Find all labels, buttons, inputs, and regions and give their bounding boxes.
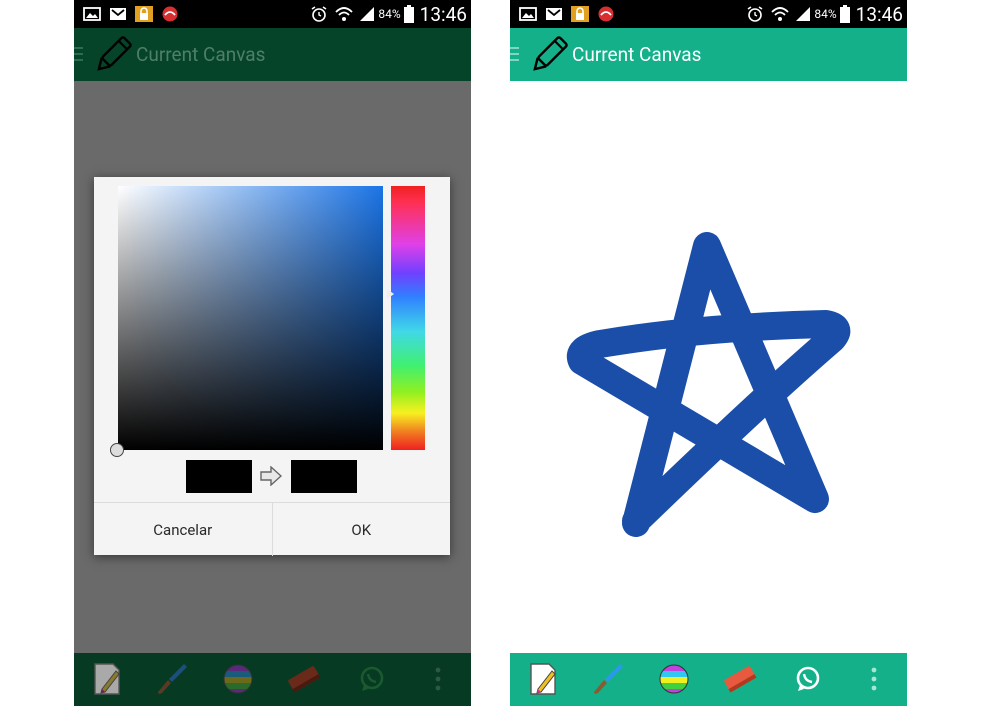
signal-icon [360, 7, 375, 21]
wifi-icon [771, 7, 790, 21]
app-bar: Current Canvas [510, 28, 907, 81]
selected-color-swatch [291, 460, 357, 493]
hue-slider[interactable] [391, 186, 425, 450]
mail-icon [110, 8, 126, 20]
app-title: Current Canvas [572, 43, 702, 66]
dimmed-canvas-overlay[interactable]: Cancelar OK [74, 81, 471, 653]
phone-screen-color-picker: 84% 13:46 Current Canvas Cancelar OK [74, 0, 471, 706]
color-palette-button[interactable] [220, 661, 256, 697]
signal-icon [796, 7, 811, 21]
hue-slider-marker[interactable] [387, 289, 394, 299]
lock-icon [135, 6, 153, 22]
cancel-button[interactable]: Cancelar [94, 503, 272, 556]
bottom-toolbar [510, 653, 907, 706]
battery-icon [403, 5, 414, 23]
drawing-canvas[interactable] [510, 81, 907, 653]
new-canvas-button[interactable] [525, 661, 561, 697]
app-title: Current Canvas [136, 43, 266, 66]
app-notification-icon [162, 6, 178, 22]
whatsapp-share-button[interactable] [354, 661, 390, 697]
phone-screen-canvas: 84% 13:46 Current Canvas [510, 0, 907, 706]
lock-icon [571, 6, 589, 22]
overflow-menu-button[interactable] [856, 661, 892, 697]
brush-button[interactable] [154, 661, 190, 697]
status-bar: 84% 13:46 [74, 0, 471, 28]
eraser-icon [724, 666, 757, 693]
new-canvas-icon [94, 663, 120, 695]
dialog-button-bar: Cancelar OK [94, 502, 450, 556]
eraser-button[interactable] [286, 661, 322, 697]
overflow-menu-button[interactable] [420, 661, 456, 697]
alarm-icon [747, 6, 763, 22]
brush-icon [158, 664, 187, 694]
app-notification-icon [598, 6, 614, 22]
battery-icon [839, 5, 850, 23]
eraser-button[interactable] [722, 661, 758, 697]
color-palette-icon [223, 664, 253, 694]
saturation-value-handle[interactable] [110, 443, 124, 457]
arrow-right-icon [260, 466, 282, 486]
battery-percentage: 84% [814, 7, 837, 21]
color-palette-button[interactable] [656, 661, 692, 697]
pencil-icon [533, 36, 568, 71]
new-canvas-icon [530, 663, 556, 695]
alarm-icon [311, 6, 327, 22]
gallery-icon [83, 7, 101, 21]
new-canvas-button[interactable] [89, 661, 125, 697]
app-bar: Current Canvas [74, 28, 471, 81]
drawer-menu-icon[interactable] [74, 44, 84, 64]
drawn-star-stroke [566, 232, 851, 537]
whatsapp-icon [360, 666, 384, 691]
pencil-icon [97, 36, 132, 71]
battery-percentage: 84% [378, 7, 401, 21]
clock-time: 13:46 [419, 2, 467, 26]
ok-button[interactable]: OK [271, 503, 451, 556]
eraser-icon [288, 666, 321, 693]
mail-icon [546, 8, 562, 20]
previous-color-swatch [186, 460, 252, 493]
whatsapp-icon [796, 666, 820, 691]
overflow-menu-icon [871, 667, 877, 691]
saturation-value-picker[interactable] [110, 186, 383, 457]
status-bar: 84% 13:46 [510, 0, 907, 28]
whatsapp-share-button[interactable] [790, 661, 826, 697]
wifi-icon [335, 7, 354, 21]
clock-time: 13:46 [855, 2, 903, 26]
bottom-toolbar [74, 653, 471, 706]
brush-icon [594, 664, 623, 694]
color-picker-dialog: Cancelar OK [94, 177, 450, 556]
overflow-menu-icon [435, 667, 441, 691]
gallery-icon [519, 7, 537, 21]
drawer-menu-icon[interactable] [510, 44, 520, 64]
color-palette-icon [659, 664, 689, 694]
brush-button[interactable] [590, 661, 626, 697]
